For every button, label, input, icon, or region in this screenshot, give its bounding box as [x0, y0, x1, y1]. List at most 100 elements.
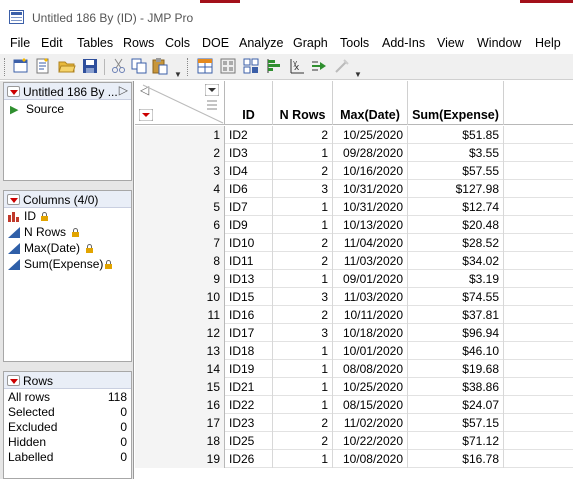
row-number[interactable]: 19	[135, 450, 225, 468]
cell-sum-expense[interactable]: $3.55	[408, 144, 504, 162]
cell-n-rows[interactable]: 1	[273, 396, 333, 414]
cell-max-date[interactable]: 10/25/2020	[333, 126, 408, 144]
toolbar-grip[interactable]	[4, 58, 7, 76]
cell-max-date[interactable]: 10/22/2020	[333, 432, 408, 450]
column-name[interactable]: Sum(Expense)	[24, 257, 103, 271]
table-row[interactable]: 17 ID23 2 11/02/2020 $57.15	[135, 414, 573, 432]
cell-id[interactable]: ID4	[225, 162, 273, 180]
table-row[interactable]: 4 ID6 3 10/31/2020 $127.98	[135, 180, 573, 198]
cell-n-rows[interactable]: 3	[273, 288, 333, 306]
row-number[interactable]: 4	[135, 180, 225, 198]
dashboard-icon[interactable]	[219, 57, 237, 75]
new-script-icon[interactable]	[34, 57, 52, 75]
cell-sum-expense[interactable]: $74.55	[408, 288, 504, 306]
column-header-max-date[interactable]: Max(Date)	[333, 81, 408, 125]
cut-icon[interactable]	[110, 57, 128, 75]
cell-max-date[interactable]: 10/01/2020	[333, 342, 408, 360]
row-number[interactable]: 18	[135, 432, 225, 450]
cell-max-date[interactable]: 09/01/2020	[333, 270, 408, 288]
cell-max-date[interactable]: 08/08/2020	[333, 360, 408, 378]
cell-n-rows[interactable]: 2	[273, 162, 333, 180]
fit-model-icon[interactable]	[310, 57, 328, 75]
red-triangle-icon[interactable]	[7, 375, 20, 386]
table-row[interactable]: 5 ID7 1 10/31/2020 $12.74	[135, 198, 573, 216]
cell-n-rows[interactable]: 3	[273, 324, 333, 342]
cell-sum-expense[interactable]: $46.10	[408, 342, 504, 360]
menu-tools[interactable]: Tools	[340, 36, 369, 50]
row-number[interactable]: 9	[135, 270, 225, 288]
cell-sum-expense[interactable]: $51.85	[408, 126, 504, 144]
cell-n-rows[interactable]: 1	[273, 198, 333, 216]
row-number[interactable]: 17	[135, 414, 225, 432]
table-row[interactable]: 10 ID15 3 11/03/2020 $74.55	[135, 288, 573, 306]
cell-max-date[interactable]: 10/31/2020	[333, 198, 408, 216]
row-number[interactable]: 16	[135, 396, 225, 414]
cell-id[interactable]: ID21	[225, 378, 273, 396]
table-row[interactable]: 9 ID13 1 09/01/2020 $3.19	[135, 270, 573, 288]
disabled-tool-icon[interactable]	[333, 57, 351, 75]
cell-n-rows[interactable]: 2	[273, 252, 333, 270]
column-name[interactable]: Max(Date)	[24, 241, 80, 255]
cell-n-rows[interactable]: 1	[273, 216, 333, 234]
row-number[interactable]: 13	[135, 342, 225, 360]
table-name[interactable]: Untitled 186 By ...	[23, 85, 118, 99]
cell-n-rows[interactable]: 1	[273, 144, 333, 162]
cell-id[interactable]: ID16	[225, 306, 273, 324]
cell-sum-expense[interactable]: $16.78	[408, 450, 504, 468]
menu-tables[interactable]: Tables	[77, 36, 113, 50]
menu-rows[interactable]: Rows	[123, 36, 154, 50]
row-number[interactable]: 6	[135, 216, 225, 234]
cell-max-date[interactable]: 11/02/2020	[333, 414, 408, 432]
cell-n-rows[interactable]: 2	[273, 306, 333, 324]
fit-y-by-x-icon[interactable]: xy	[288, 57, 306, 75]
cell-n-rows[interactable]: 3	[273, 180, 333, 198]
table-row[interactable]: 14 ID19 1 08/08/2020 $19.68	[135, 360, 573, 378]
cell-id[interactable]: ID15	[225, 288, 273, 306]
row-number[interactable]: 8	[135, 252, 225, 270]
cell-sum-expense[interactable]: $24.07	[408, 396, 504, 414]
cell-max-date[interactable]: 11/04/2020	[333, 234, 408, 252]
graph-builder-icon[interactable]	[242, 57, 260, 75]
cell-sum-expense[interactable]: $96.94	[408, 324, 504, 342]
cell-n-rows[interactable]: 1	[273, 450, 333, 468]
cell-id[interactable]: ID2	[225, 126, 273, 144]
cell-id[interactable]: ID11	[225, 252, 273, 270]
distribution-icon[interactable]	[265, 57, 283, 75]
cell-n-rows[interactable]: 1	[273, 342, 333, 360]
menu-add-ins[interactable]: Add-Ins	[382, 36, 425, 50]
cell-id[interactable]: ID10	[225, 234, 273, 252]
table-row[interactable]: 2 ID3 1 09/28/2020 $3.55	[135, 144, 573, 162]
red-triangle-icon[interactable]	[7, 194, 20, 205]
table-row[interactable]: 6 ID9 1 10/13/2020 $20.48	[135, 216, 573, 234]
table-row[interactable]: 13 ID18 1 10/01/2020 $46.10	[135, 342, 573, 360]
cell-id[interactable]: ID25	[225, 432, 273, 450]
source-script-label[interactable]: Source	[26, 102, 64, 116]
cell-sum-expense[interactable]: $57.15	[408, 414, 504, 432]
row-number[interactable]: 5	[135, 198, 225, 216]
cell-sum-expense[interactable]: $34.02	[408, 252, 504, 270]
cell-max-date[interactable]: 10/18/2020	[333, 324, 408, 342]
cell-sum-expense[interactable]: $12.74	[408, 198, 504, 216]
menu-cols[interactable]: Cols	[165, 36, 190, 50]
menu-help[interactable]: Help	[535, 36, 561, 50]
table-row[interactable]: 3 ID4 2 10/16/2020 $57.55	[135, 162, 573, 180]
save-icon[interactable]	[81, 57, 99, 75]
table-row[interactable]: 1 ID2 2 10/25/2020 $51.85	[135, 126, 573, 144]
cell-id[interactable]: ID22	[225, 396, 273, 414]
red-triangle-icon[interactable]	[7, 86, 20, 97]
cell-id[interactable]: ID9	[225, 216, 273, 234]
cell-max-date[interactable]: 09/28/2020	[333, 144, 408, 162]
cell-sum-expense[interactable]: $71.12	[408, 432, 504, 450]
table-row[interactable]: 16 ID22 1 08/15/2020 $24.07	[135, 396, 573, 414]
cell-id[interactable]: ID7	[225, 198, 273, 216]
data-table-icon[interactable]	[196, 57, 214, 75]
cell-sum-expense[interactable]: $127.98	[408, 180, 504, 198]
row-number[interactable]: 7	[135, 234, 225, 252]
new-data-table-icon[interactable]	[12, 57, 30, 75]
cell-max-date[interactable]: 08/15/2020	[333, 396, 408, 414]
column-item[interactable]: Sum(Expense)	[4, 256, 131, 272]
menu-view[interactable]: View	[437, 36, 464, 50]
toolbar-overflow-icon[interactable]: ▼	[354, 70, 362, 79]
column-name[interactable]: ID	[24, 209, 36, 223]
row-number[interactable]: 10	[135, 288, 225, 306]
